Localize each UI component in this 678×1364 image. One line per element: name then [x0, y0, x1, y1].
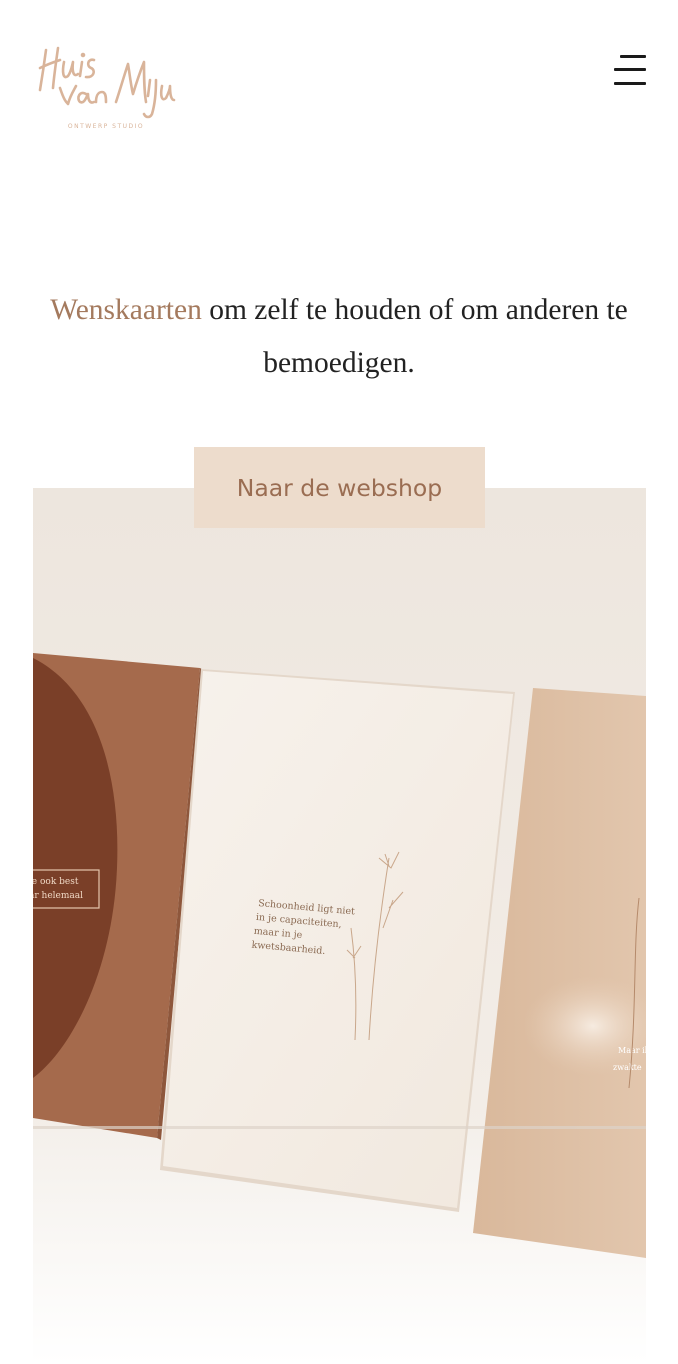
card-center: Schoonheid ligt niet in je capaciteiten,… [160, 669, 515, 1212]
hero-image: je ook best ar helemaal Maar ik zwakte S… [33, 488, 646, 1364]
intro-highlight: Wenskaarten [50, 294, 202, 326]
hamburger-menu-icon [620, 55, 646, 58]
svg-text:ONTWERP STUDIO: ONTWERP STUDIO [68, 123, 144, 130]
svg-text:je ook best: je ook best [33, 877, 79, 887]
intro-heading: Wenskaarten om zelf te houden of om ande… [30, 284, 648, 390]
webshop-button[interactable]: Naar de webshop [194, 447, 485, 528]
menu-button[interactable] [608, 50, 652, 90]
svg-text:zwakte: zwakte [613, 1063, 642, 1072]
intro-text: om zelf te houden of om anderen te bemoe… [201, 294, 628, 379]
brand-logo[interactable]: ONTWERP STUDIO [36, 40, 176, 135]
logo-icon: ONTWERP STUDIO [38, 46, 176, 130]
svg-text:ar helemaal: ar helemaal [33, 891, 83, 901]
